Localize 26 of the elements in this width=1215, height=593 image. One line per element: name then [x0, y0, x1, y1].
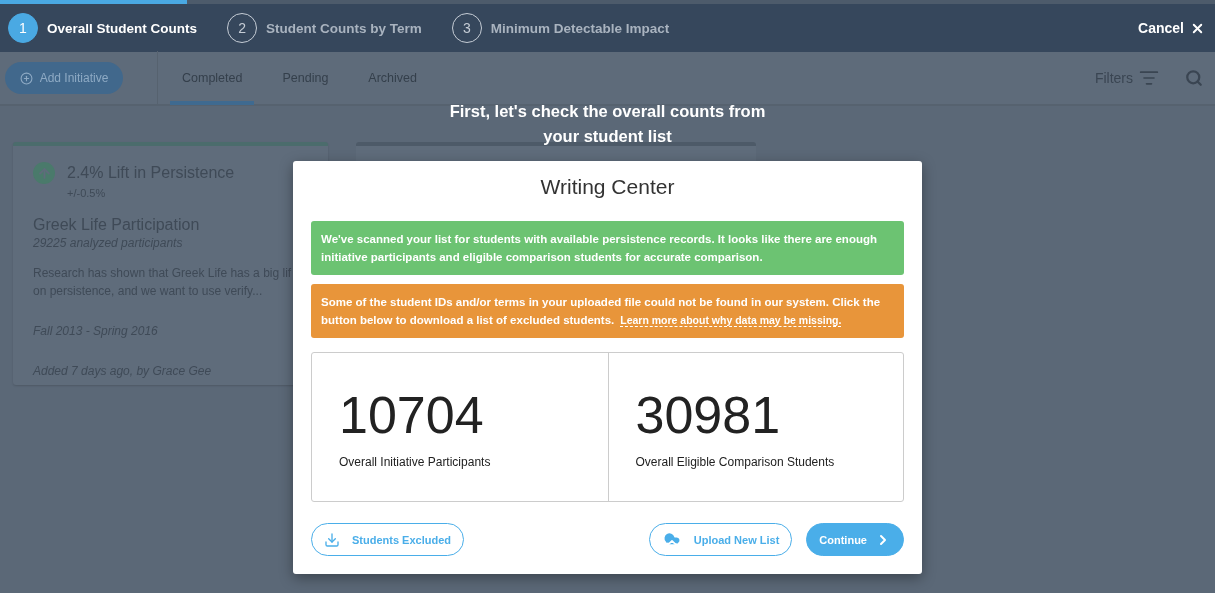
continue-button[interactable]: Continue [806, 523, 904, 556]
download-button[interactable]: Students Excluded [311, 523, 465, 556]
step-label: Student Counts by Term [266, 20, 422, 36]
alert-text: Some of the student IDs and/or terms in your uploaded file could not be found in our system. Click the button below to download a list of excluded students. Learn more about why data may be missing. [321, 296, 881, 326]
modal-title: Writing Center [539, 175, 676, 199]
stat-value: 30981 [635, 387, 782, 443]
add-initiative-button[interactable]: Add Initiative [5, 62, 123, 94]
step[interactable]: 1 Overall Student Counts [8, 13, 198, 43]
overlay-heading: First, let's check the overall counts from your student list [448, 101, 767, 147]
search-icon [1185, 69, 1203, 87]
step-label: Overall Student Counts [47, 20, 198, 36]
learn-more-link[interactable]: Learn more about why data may be missing. [620, 314, 842, 327]
step-label: Minimum Detectable Impact [490, 20, 670, 36]
download-icon [324, 531, 340, 548]
stat-label: Overall Eligible Comparison Students [635, 455, 836, 469]
stat-value: 10704 [339, 387, 485, 443]
step[interactable]: 2 Student Counts by Term [227, 13, 422, 43]
stat-label: Overall Initiative Participants [339, 455, 492, 469]
step-number: 1 [8, 13, 38, 43]
plus-icon [19, 71, 33, 85]
success-alert: We've scanned your list for students with available persistence records. It looks like there are enough initiative participants and eligible comparison students for accurate comparison. [311, 221, 904, 275]
search-button[interactable] [1185, 69, 1203, 87]
filter-icon [1139, 68, 1159, 88]
cancel-button[interactable]: Cancel [1138, 20, 1205, 36]
upload-button[interactable]: Upload New List [648, 523, 793, 556]
step[interactable]: 3 Minimum Detectable Impact [451, 13, 670, 43]
